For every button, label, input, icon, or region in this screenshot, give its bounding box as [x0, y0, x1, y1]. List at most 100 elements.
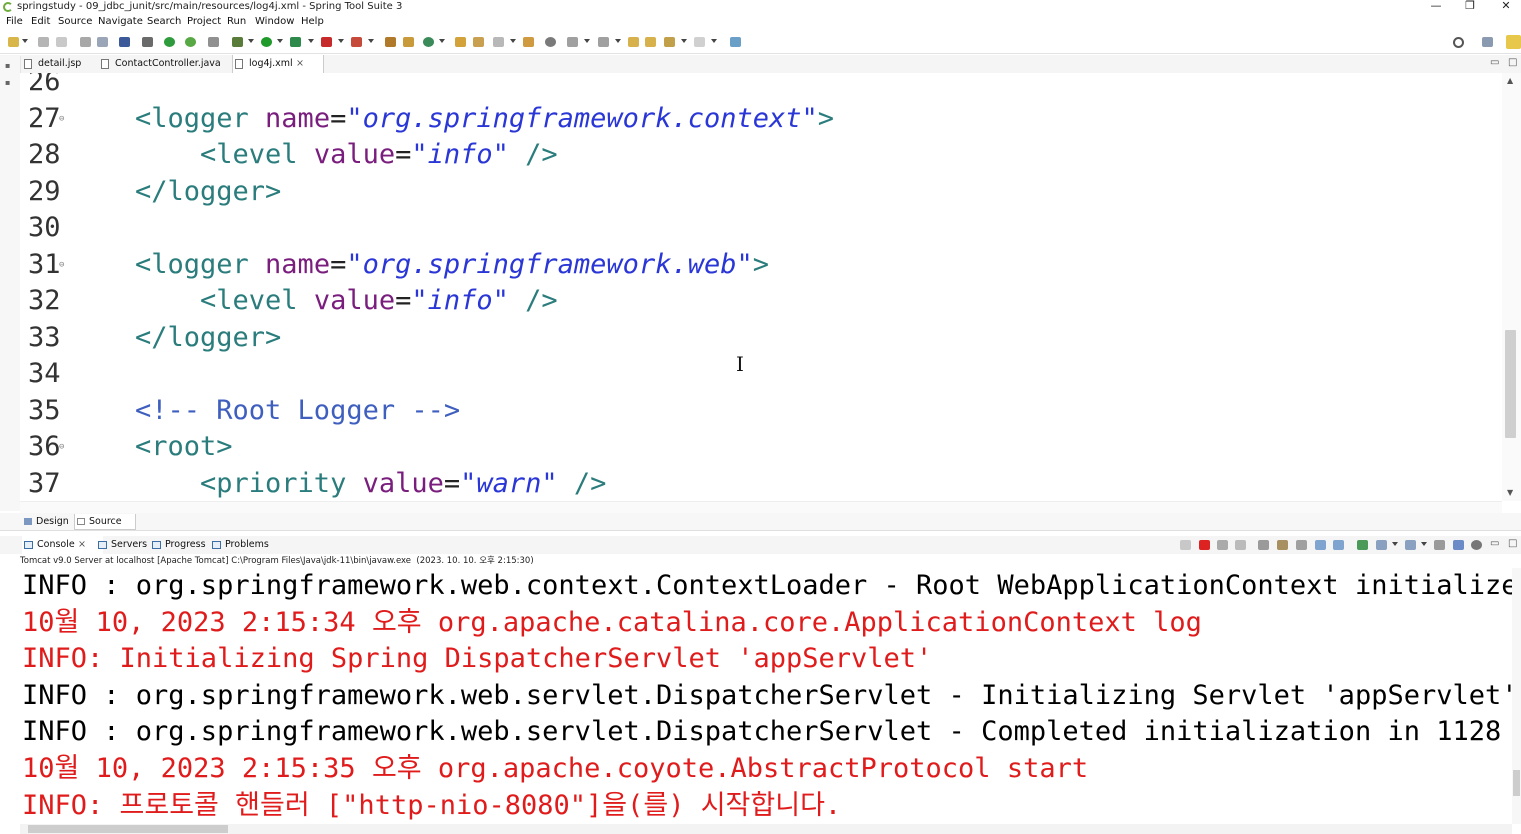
tab-source[interactable]: Source	[74, 514, 136, 530]
console-output[interactable]: INFO : org.springframework.web.context.C…	[20, 568, 1512, 824]
open-console-icon[interactable]	[1405, 540, 1416, 550]
close-tab-icon[interactable]: ×	[296, 55, 304, 72]
code-line[interactable]: 31 ⊖ <logger name="org.springframework.web…	[20, 247, 1502, 283]
publish-icon[interactable]	[208, 37, 219, 47]
editor-horizontal-scrollbar[interactable]	[20, 501, 1502, 513]
minimize-button[interactable]: —	[1422, 0, 1450, 14]
terminate-icon[interactable]	[1199, 540, 1210, 550]
search-icon[interactable]	[1453, 37, 1464, 48]
new-dropdown-icon[interactable]	[22, 39, 28, 43]
code-line[interactable]: 33 </logger>	[20, 320, 1502, 356]
view-menu-icon[interactable]	[1434, 540, 1445, 550]
debug-dropdown-icon[interactable]	[248, 39, 254, 43]
tab-design[interactable]: Design	[22, 514, 82, 529]
pin-console-icon[interactable]	[1357, 540, 1368, 550]
minimize-editor-icon[interactable]: ▭	[1490, 57, 1499, 68]
open-perspective-icon[interactable]	[1482, 37, 1493, 47]
search-tool-icon[interactable]	[493, 37, 504, 47]
code-line[interactable]: 27 ⊖ <logger name="org.springframework.con…	[20, 101, 1502, 137]
open-resource-icon[interactable]	[473, 37, 484, 47]
code-line[interactable]: 36 ⊖ <root>	[20, 429, 1502, 465]
run-dropdown-icon[interactable]	[277, 39, 283, 43]
terminal-icon[interactable]	[119, 37, 130, 47]
close-console-icon[interactable]: ×	[78, 536, 86, 554]
pin-editor-icon[interactable]	[730, 37, 741, 47]
code-line[interactable]: 28 <level value="info" />	[20, 137, 1502, 173]
code-line[interactable]: 29 </logger>	[20, 174, 1502, 210]
minimize-panel-icon[interactable]: ▭	[1490, 538, 1499, 549]
save-icon[interactable]	[38, 37, 49, 47]
print-icon[interactable]	[80, 37, 91, 47]
remove-all-icon[interactable]	[1235, 540, 1246, 550]
menu-project[interactable]: Project	[187, 16, 221, 27]
clear-console-icon[interactable]	[1258, 540, 1269, 550]
skip-breakpoints-icon[interactable]	[142, 37, 153, 47]
tab-console[interactable]: Console ×	[22, 536, 103, 554]
forward-edit-icon[interactable]	[645, 37, 656, 47]
scroll-lock-icon[interactable]	[1277, 540, 1288, 550]
menu-source[interactable]: Source	[58, 16, 92, 27]
xml-source-editor[interactable]: 26 27 ⊖ <logger name="org.springframework.c…	[20, 73, 1502, 501]
maximize-panel-icon[interactable]: □	[1508, 538, 1517, 549]
run-icon[interactable]	[261, 37, 272, 47]
word-wrap-icon[interactable]	[1296, 540, 1307, 550]
menu-navigate[interactable]: Navigate	[98, 16, 143, 27]
code-line[interactable]: 35 <!-- Root Logger -->	[20, 393, 1502, 429]
editor-scroll-thumb[interactable]	[1505, 330, 1516, 438]
restore-icon[interactable]: ▪	[5, 61, 10, 70]
back-dropdown-icon[interactable]	[681, 39, 687, 43]
new-spring-icon[interactable]	[423, 37, 434, 47]
next-annotation-icon[interactable]	[567, 37, 578, 47]
spring-dropdown-icon[interactable]	[439, 39, 445, 43]
restore-button[interactable]: ❐	[1456, 0, 1484, 14]
back-icon[interactable]	[664, 37, 675, 47]
external-dropdown-icon[interactable]	[308, 39, 314, 43]
search-dropdown-icon[interactable]	[510, 39, 516, 43]
reconnect-icon[interactable]	[1180, 540, 1191, 550]
tab-detail-jsp[interactable]: detail.jsp	[22, 55, 110, 73]
show-on-stderr-icon[interactable]	[1333, 540, 1344, 550]
globe-icon[interactable]	[545, 37, 556, 47]
stop-dropdown-icon[interactable]	[338, 39, 344, 43]
console-scroll-thumb[interactable]	[1513, 770, 1520, 796]
tab-contact-controller[interactable]: ContactController.java	[99, 55, 239, 73]
maximize-editor-icon[interactable]: □	[1508, 57, 1517, 68]
gear-icon[interactable]	[1471, 540, 1482, 550]
new-package-icon[interactable]	[385, 37, 396, 47]
menu-file[interactable]: File	[6, 16, 23, 27]
code-line[interactable]: 34	[20, 356, 1502, 392]
menu-search[interactable]: Search	[147, 16, 181, 27]
console-horizontal-thumb[interactable]	[28, 825, 228, 833]
console-horizontal-scrollbar[interactable]	[20, 824, 1512, 834]
last-edit-icon[interactable]	[628, 37, 639, 47]
fold-toggle-icon[interactable]: ⊖	[59, 114, 64, 124]
show-on-stdout-icon[interactable]	[1315, 540, 1326, 550]
coverage-dropdown-icon[interactable]	[368, 39, 374, 43]
code-line[interactable]: 30	[20, 210, 1502, 246]
new-icon[interactable]	[8, 37, 19, 47]
prev-annotation-dropdown-icon[interactable]	[615, 39, 621, 43]
open-file-icon[interactable]	[97, 37, 108, 47]
tab-problems[interactable]: Problems	[210, 536, 285, 554]
fold-toggle-icon[interactable]: ⊖	[59, 260, 64, 270]
menu-window[interactable]: Window	[255, 16, 294, 27]
tab-log4j-xml[interactable]: log4j.xml ×	[232, 55, 324, 73]
display-console-icon[interactable]	[1376, 540, 1387, 550]
forward-dropdown-icon[interactable]	[711, 39, 717, 43]
forward-icon[interactable]	[694, 37, 705, 47]
task-icon[interactable]	[523, 37, 534, 47]
save-all-icon[interactable]	[56, 37, 67, 47]
boot-dashboard-icon[interactable]	[1453, 540, 1464, 550]
code-line[interactable]: 32 <level value="info" />	[20, 283, 1502, 319]
outline-icon[interactable]: ▪	[5, 78, 10, 87]
code-line[interactable]: 37 <priority value="warn" />	[20, 466, 1502, 502]
debug-icon[interactable]	[232, 37, 243, 47]
run-external-icon[interactable]	[290, 37, 301, 47]
next-annotation-dropdown-icon[interactable]	[584, 39, 590, 43]
menu-help[interactable]: Help	[301, 16, 324, 27]
new-class-icon[interactable]	[403, 37, 414, 47]
open-type-icon[interactable]	[455, 37, 466, 47]
refresh-server-icon[interactable]	[185, 37, 196, 47]
display-console-dropdown-icon[interactable]	[1392, 542, 1398, 546]
scroll-up-icon[interactable]: ▲	[1507, 76, 1513, 85]
